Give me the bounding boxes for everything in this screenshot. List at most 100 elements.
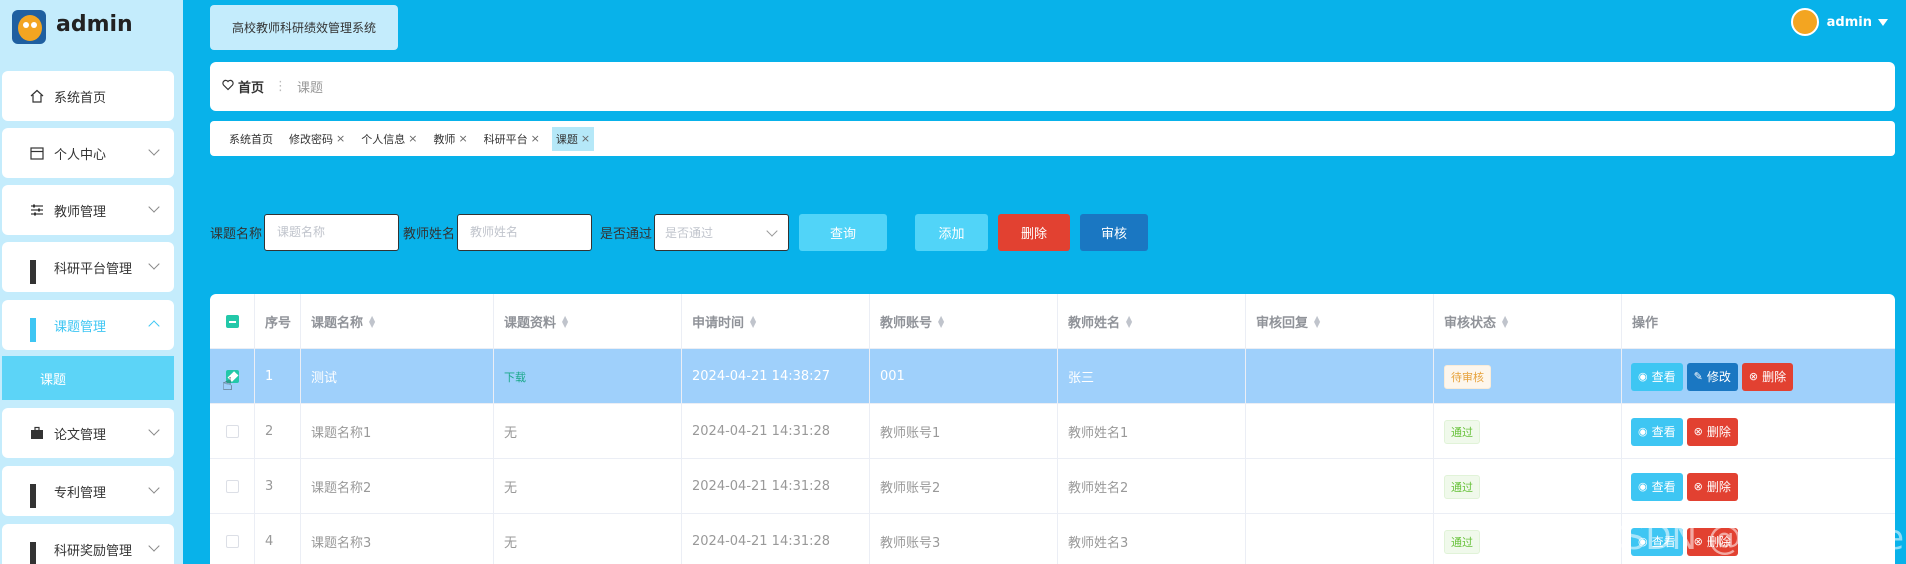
user-menu[interactable]: admin — [1790, 8, 1888, 36]
header-name[interactable]: 课题名称 ▲ ▼ — [301, 294, 494, 349]
sort-icon[interactable]: ▲ ▼ — [750, 314, 756, 328]
row-select-cell — [210, 404, 255, 459]
delete-row-button[interactable]: ⊗ 删除 — [1686, 472, 1738, 501]
header-file[interactable]: 课题资料 ▲ ▼ — [494, 294, 682, 349]
cell-time: 2024-04-21 14:31:28 — [682, 459, 870, 514]
breadcrumb-home[interactable]: 首页 — [238, 77, 264, 96]
sidebar-item-patent[interactable]: 专利管理 — [2, 466, 174, 516]
briefcase-icon — [30, 426, 44, 440]
pass-select-placeholder: 是否通过 — [665, 225, 714, 240]
tag-password[interactable]: 修改密码 × — [285, 127, 349, 151]
view-button[interactable]: ◉ 查看 — [1631, 472, 1683, 501]
cell-no: 4 — [255, 514, 301, 564]
header-time[interactable]: 申请时间 ▲ ▼ — [682, 294, 870, 349]
cell-teacher: 教师姓名2 — [1058, 459, 1246, 514]
select-all-checkbox[interactable] — [226, 315, 239, 328]
cell-no: 2 — [255, 404, 301, 459]
query-button[interactable]: 查询 — [799, 213, 888, 251]
sort-icon[interactable]: ▲ ▼ — [1314, 314, 1320, 328]
header-status[interactable]: 审核状态 ▲ ▼ — [1434, 294, 1622, 349]
view-button[interactable]: ◉ 查看 — [1631, 417, 1683, 446]
header-teacher[interactable]: 教师姓名 ▲ ▼ — [1058, 294, 1246, 349]
tag-label: 课题 — [555, 132, 578, 146]
chevron-down-icon — [148, 258, 160, 270]
tag-topic[interactable]: 课题 × — [551, 126, 595, 151]
row-select-cell — [210, 514, 255, 564]
delete-row-button[interactable]: ⊗ 删除 — [1741, 362, 1794, 391]
row-checkbox[interactable] — [226, 425, 239, 438]
teacher-name-input[interactable] — [457, 213, 593, 251]
grid-icon — [30, 542, 44, 564]
grid-icon — [30, 484, 44, 508]
add-button[interactable]: 添加 — [915, 213, 989, 251]
cell-status: 待审核 — [1434, 349, 1622, 404]
tag-platform[interactable]: 科研平台 × — [480, 127, 544, 151]
sort-icon[interactable]: ▲ ▼ — [938, 314, 944, 328]
tag-profile[interactable]: 个人信息 × — [357, 127, 421, 151]
pass-select[interactable]: 是否通过 — [654, 213, 790, 251]
close-icon[interactable]: × — [336, 132, 345, 145]
close-icon[interactable]: × — [458, 132, 467, 145]
tag-home[interactable]: 系统首页 — [225, 127, 277, 151]
view-label: 查看 — [1651, 425, 1676, 439]
teacher-label: 教师姓名 — [403, 226, 456, 242]
sidebar-item-teacher[interactable]: 教师管理 — [2, 185, 174, 235]
view-button[interactable]: ◉ 查看 — [1631, 362, 1683, 391]
download-link[interactable]: 下载 — [504, 369, 526, 385]
table-row[interactable]: 3 课题名称2 无 2024-04-21 14:31:28 教师账号2 教师姓名… — [210, 459, 1895, 514]
sidebar-item-label: 课题管理 — [54, 319, 107, 335]
sidebar-item-label: 科研平台管理 — [54, 261, 133, 277]
grid-icon — [30, 260, 44, 284]
sidebar-item-award[interactable]: 科研奖励管理 — [2, 524, 174, 564]
delete-button[interactable]: 删除 — [998, 213, 1071, 251]
header-no: 序号 — [255, 294, 301, 349]
column-header: 课题资料 — [504, 316, 557, 331]
sort-icon[interactable]: ▲ ▼ — [369, 314, 375, 328]
caret-down-icon — [1878, 18, 1888, 26]
close-icon[interactable]: × — [581, 132, 590, 145]
column-header: 教师姓名 — [1068, 316, 1121, 331]
audit-button[interactable]: 审核 — [1080, 213, 1149, 251]
edit-button[interactable]: ✎ 修改 — [1686, 362, 1738, 391]
logo — [12, 10, 46, 44]
row-checkbox[interactable] — [226, 535, 239, 548]
sidebar-item-paper[interactable]: 论文管理 — [2, 408, 174, 458]
cell-time: 2024-04-21 14:31:28 — [682, 514, 870, 564]
cell-time: 2024-04-21 14:38:27 — [682, 349, 870, 404]
header-reply[interactable]: 审核回复 ▲ ▼ — [1246, 294, 1434, 349]
close-icon[interactable]: × — [408, 132, 417, 145]
cell-no: 3 — [255, 459, 301, 514]
cell-teacher: 教师姓名1 — [1058, 404, 1246, 459]
cell-file: 无 — [494, 514, 682, 564]
tag-label: 修改密码 — [289, 132, 333, 146]
cell-teacher: 教师姓名3 — [1058, 514, 1246, 564]
sidebar-item-personal[interactable]: 个人中心 — [2, 128, 174, 178]
status-badge: 通过 — [1444, 474, 1480, 499]
topic-name-input[interactable] — [264, 213, 400, 251]
sort-icon[interactable]: ▲ ▼ — [1502, 314, 1508, 328]
tags-bar: 系统首页 修改密码 × 个人信息 × 教师 × 科研平台 × 课题 × — [210, 121, 1895, 156]
cell-account: 教师账号2 — [870, 459, 1058, 514]
table-row[interactable]: 1 测试 下载 2024-04-21 14:38:27 001 张三 待审核 ◉… — [210, 349, 1895, 404]
tag-teacher[interactable]: 教师 × — [429, 127, 471, 151]
watermark: CSDN @佩奇-code — [1600, 518, 1905, 558]
cell-account: 教师账号1 — [870, 404, 1058, 459]
view-label: 查看 — [1651, 370, 1676, 384]
table-row[interactable]: 2 课题名称1 无 2024-04-21 14:31:28 教师账号1 教师姓名… — [210, 404, 1895, 459]
sidebar-item-home[interactable]: 系统首页 — [2, 71, 174, 121]
row-checkbox[interactable] — [226, 480, 239, 493]
delete-row-button[interactable]: ⊗ 删除 — [1686, 417, 1738, 446]
header-actions: 操作 — [1622, 294, 1895, 349]
sidebar-item-topic[interactable]: 课题管理 — [2, 300, 174, 350]
sidebar-subitem-topic[interactable]: 课题 — [2, 356, 174, 400]
close-icon[interactable]: × — [531, 132, 540, 145]
chevron-down-icon — [148, 201, 160, 213]
delete-circle-icon: ⊗ — [1748, 370, 1759, 383]
cell-name: 课题名称2 — [301, 459, 494, 514]
cell-file: 无 — [494, 404, 682, 459]
sort-icon[interactable]: ▲ ▼ — [562, 314, 568, 328]
sidebar-item-platform[interactable]: 科研平台管理 — [2, 242, 174, 292]
sort-icon[interactable]: ▲ ▼ — [1126, 314, 1132, 328]
header-account[interactable]: 教师账号 ▲ ▼ — [870, 294, 1058, 349]
sidebar-item-label: 专利管理 — [54, 485, 107, 501]
